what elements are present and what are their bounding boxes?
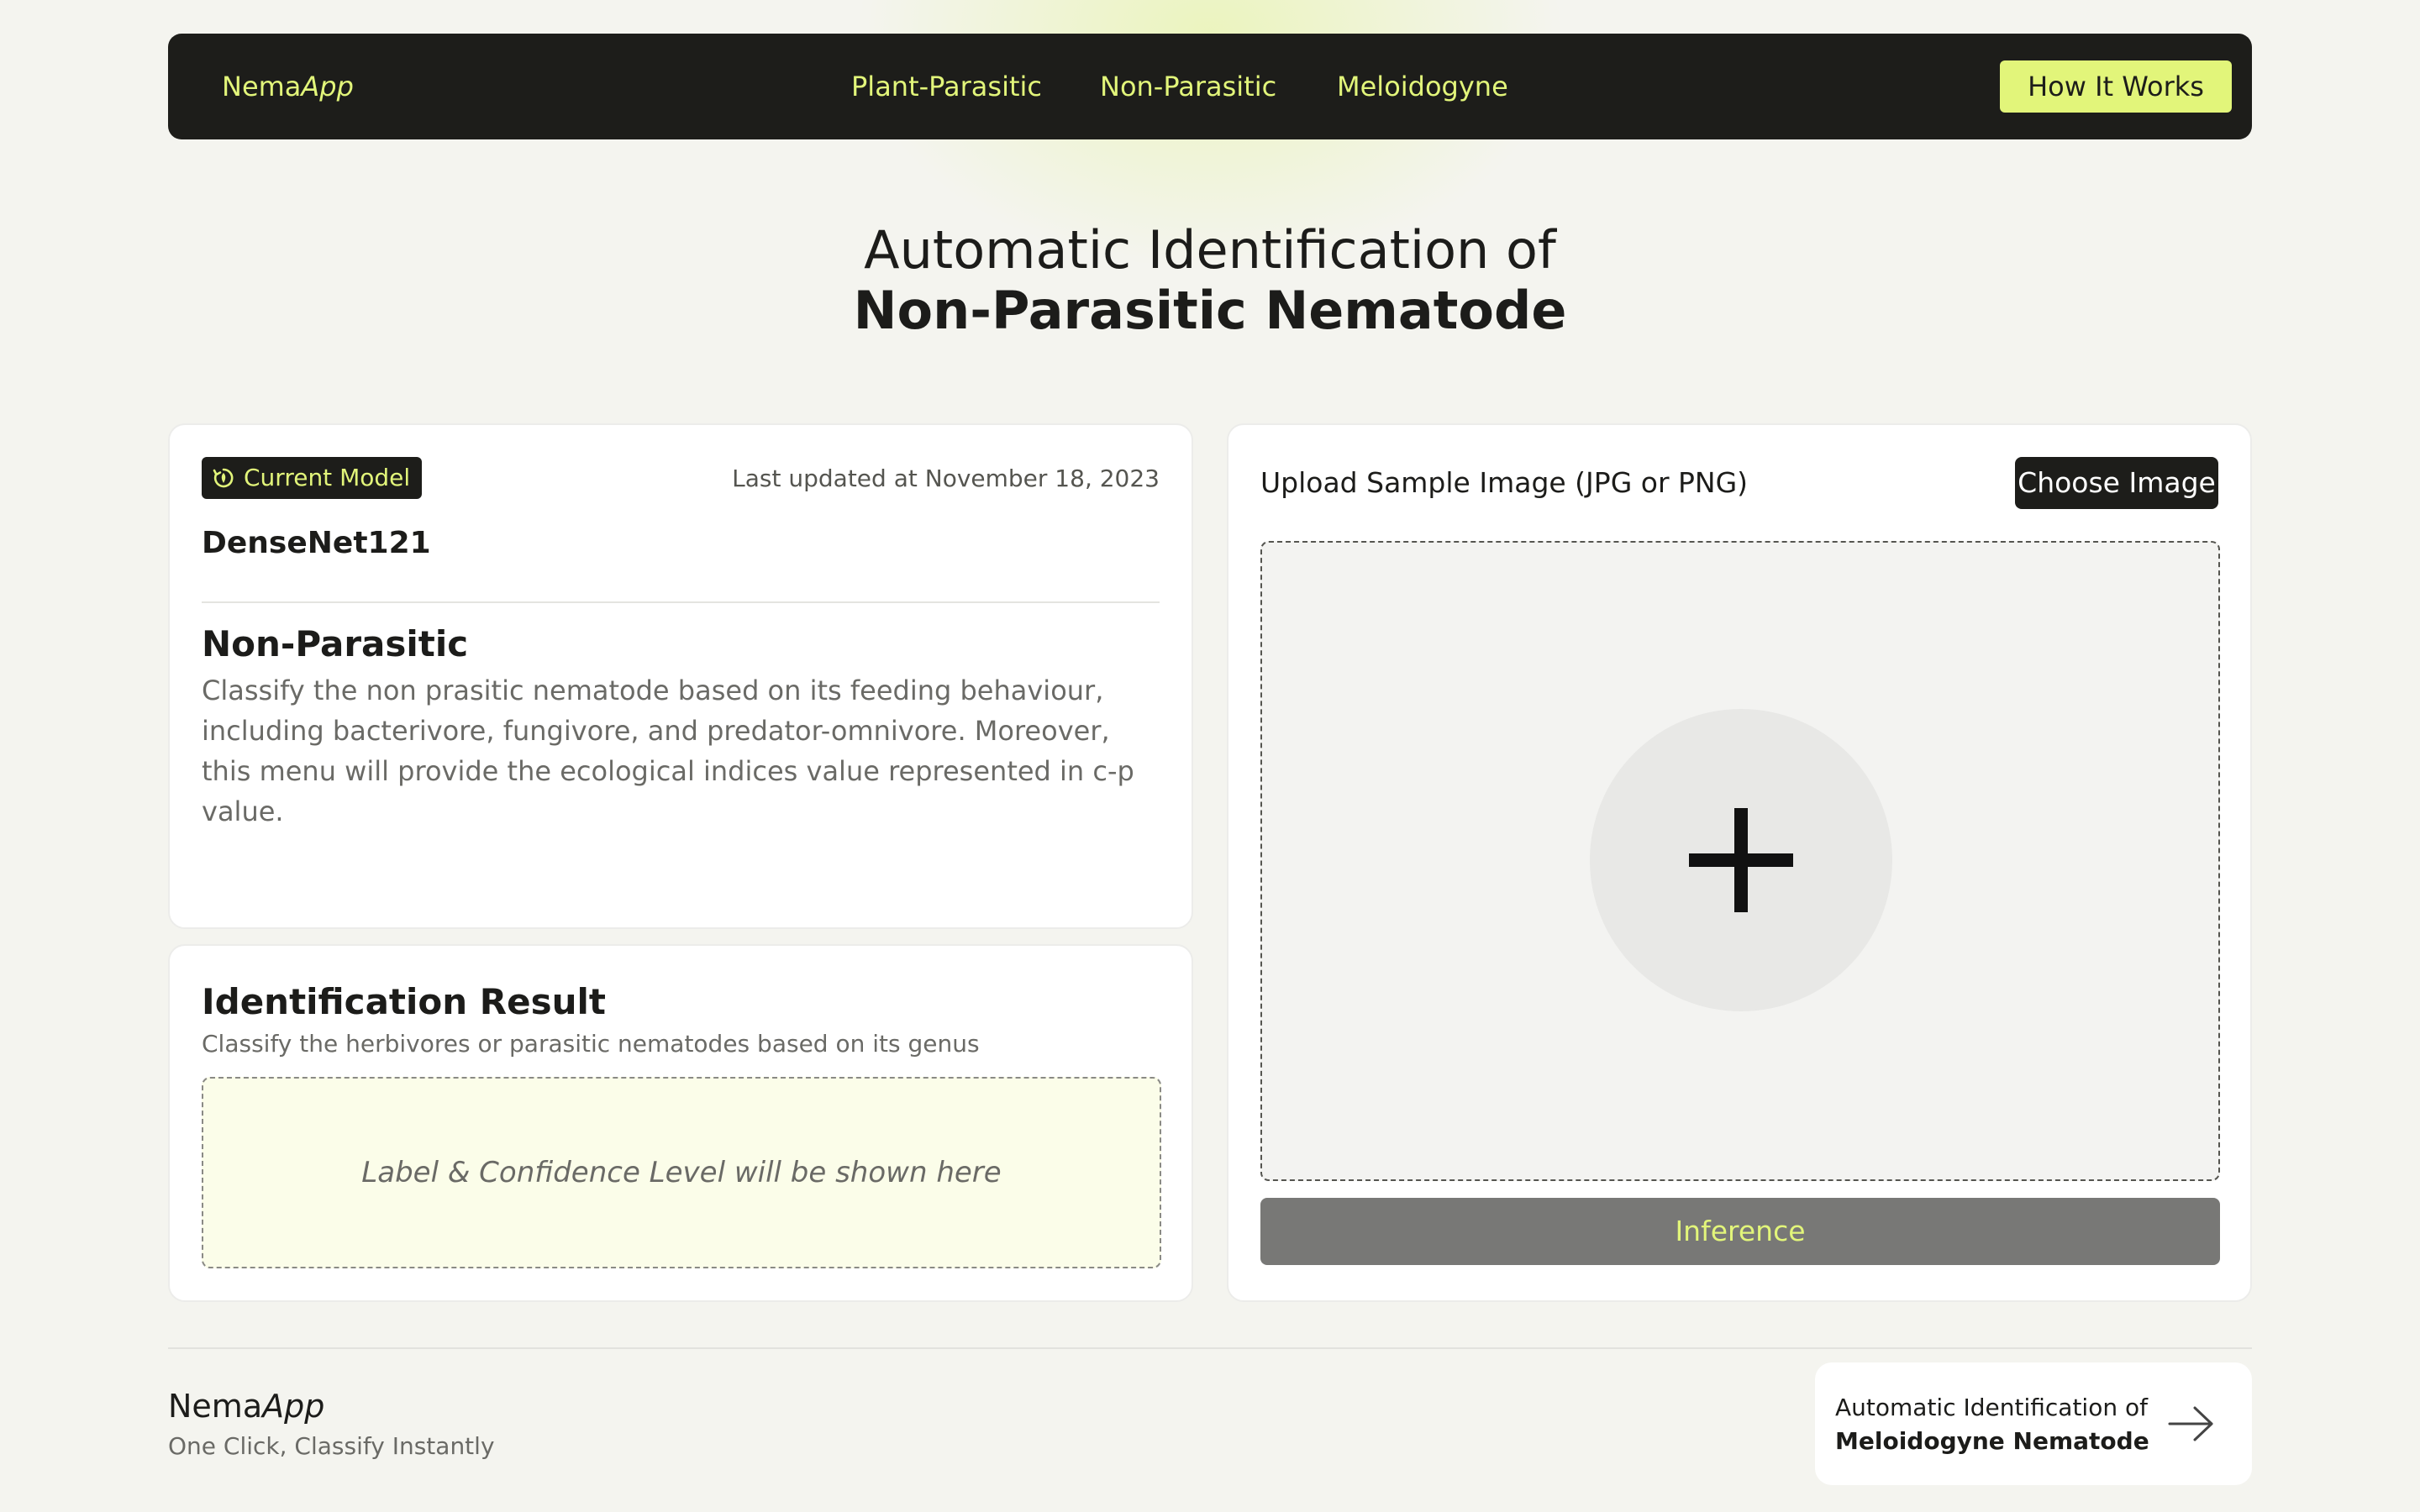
plus-icon <box>1689 808 1793 912</box>
result-placeholder: Label & Confidence Level will be shown h… <box>361 1156 1002 1189</box>
how-it-works-button[interactable]: How It Works <box>2000 60 2232 113</box>
result-subtitle: Classify the herbivores or parasitic nem… <box>202 1030 980 1058</box>
badge-label: Current Model <box>244 464 411 491</box>
model-card: Current Model Last updated at November 1… <box>168 423 1193 929</box>
result-title: Identification Result <box>202 981 606 1022</box>
current-model-badge: Current Model <box>202 457 423 499</box>
page-title-line2: Non-Parasitic Nematode <box>853 280 1567 341</box>
nav-link-plant-parasitic[interactable]: Plant-Parasitic <box>851 34 1042 139</box>
footer-brand-main: Nema <box>168 1388 263 1425</box>
last-updated-text: Last updated at November 18, 2023 <box>732 465 1160 492</box>
page-title-line1: Automatic Identification of <box>864 219 1556 281</box>
next-page-line2: Meloidogyne Nematode <box>1835 1427 2149 1455</box>
nav-link-meloidogyne[interactable]: Meloidogyne <box>1337 34 1508 139</box>
top-nav: NemaApp Plant-Parasitic Non-Parasitic Me… <box>168 34 2252 139</box>
page-title: Automatic Identification of Non-Parasiti… <box>0 220 2420 341</box>
footer-brand-accent: App <box>262 1388 325 1425</box>
inference-button[interactable]: Inference <box>1260 1198 2220 1265</box>
category-title: Non-Parasitic <box>202 623 469 664</box>
arrow-right-icon <box>2168 1406 2213 1441</box>
nav-link-non-parasitic[interactable]: Non-Parasitic <box>1100 34 1276 139</box>
add-image-circle[interactable] <box>1590 709 1892 1011</box>
next-page-card[interactable]: Automatic Identification of Meloidogyne … <box>1815 1362 2252 1485</box>
choose-image-button[interactable]: Choose Image <box>2015 457 2218 509</box>
category-description: Classify the non prasitic nematode based… <box>202 675 1134 827</box>
footer-tagline: One Click, Classify Instantly <box>168 1432 495 1460</box>
footer-divider <box>168 1347 2252 1349</box>
divider <box>202 601 1160 603</box>
result-output-box: Label & Confidence Level will be shown h… <box>202 1077 1161 1268</box>
nav-links: Plant-Parasitic Non-Parasitic Meloidogyn… <box>168 34 2252 139</box>
footer-brand[interactable]: NemaApp <box>168 1386 324 1426</box>
result-card: Identification Result Classify the herbi… <box>168 944 1193 1302</box>
upload-card: Upload Sample Image (JPG or PNG) Choose … <box>1227 423 2252 1302</box>
model-cycle-icon <box>213 468 234 488</box>
upload-label: Upload Sample Image (JPG or PNG) <box>1260 466 1749 499</box>
next-page-line1: Automatic Identification of <box>1835 1394 2148 1421</box>
image-dropzone[interactable] <box>1260 541 2220 1181</box>
model-name: DenseNet121 <box>202 526 431 560</box>
